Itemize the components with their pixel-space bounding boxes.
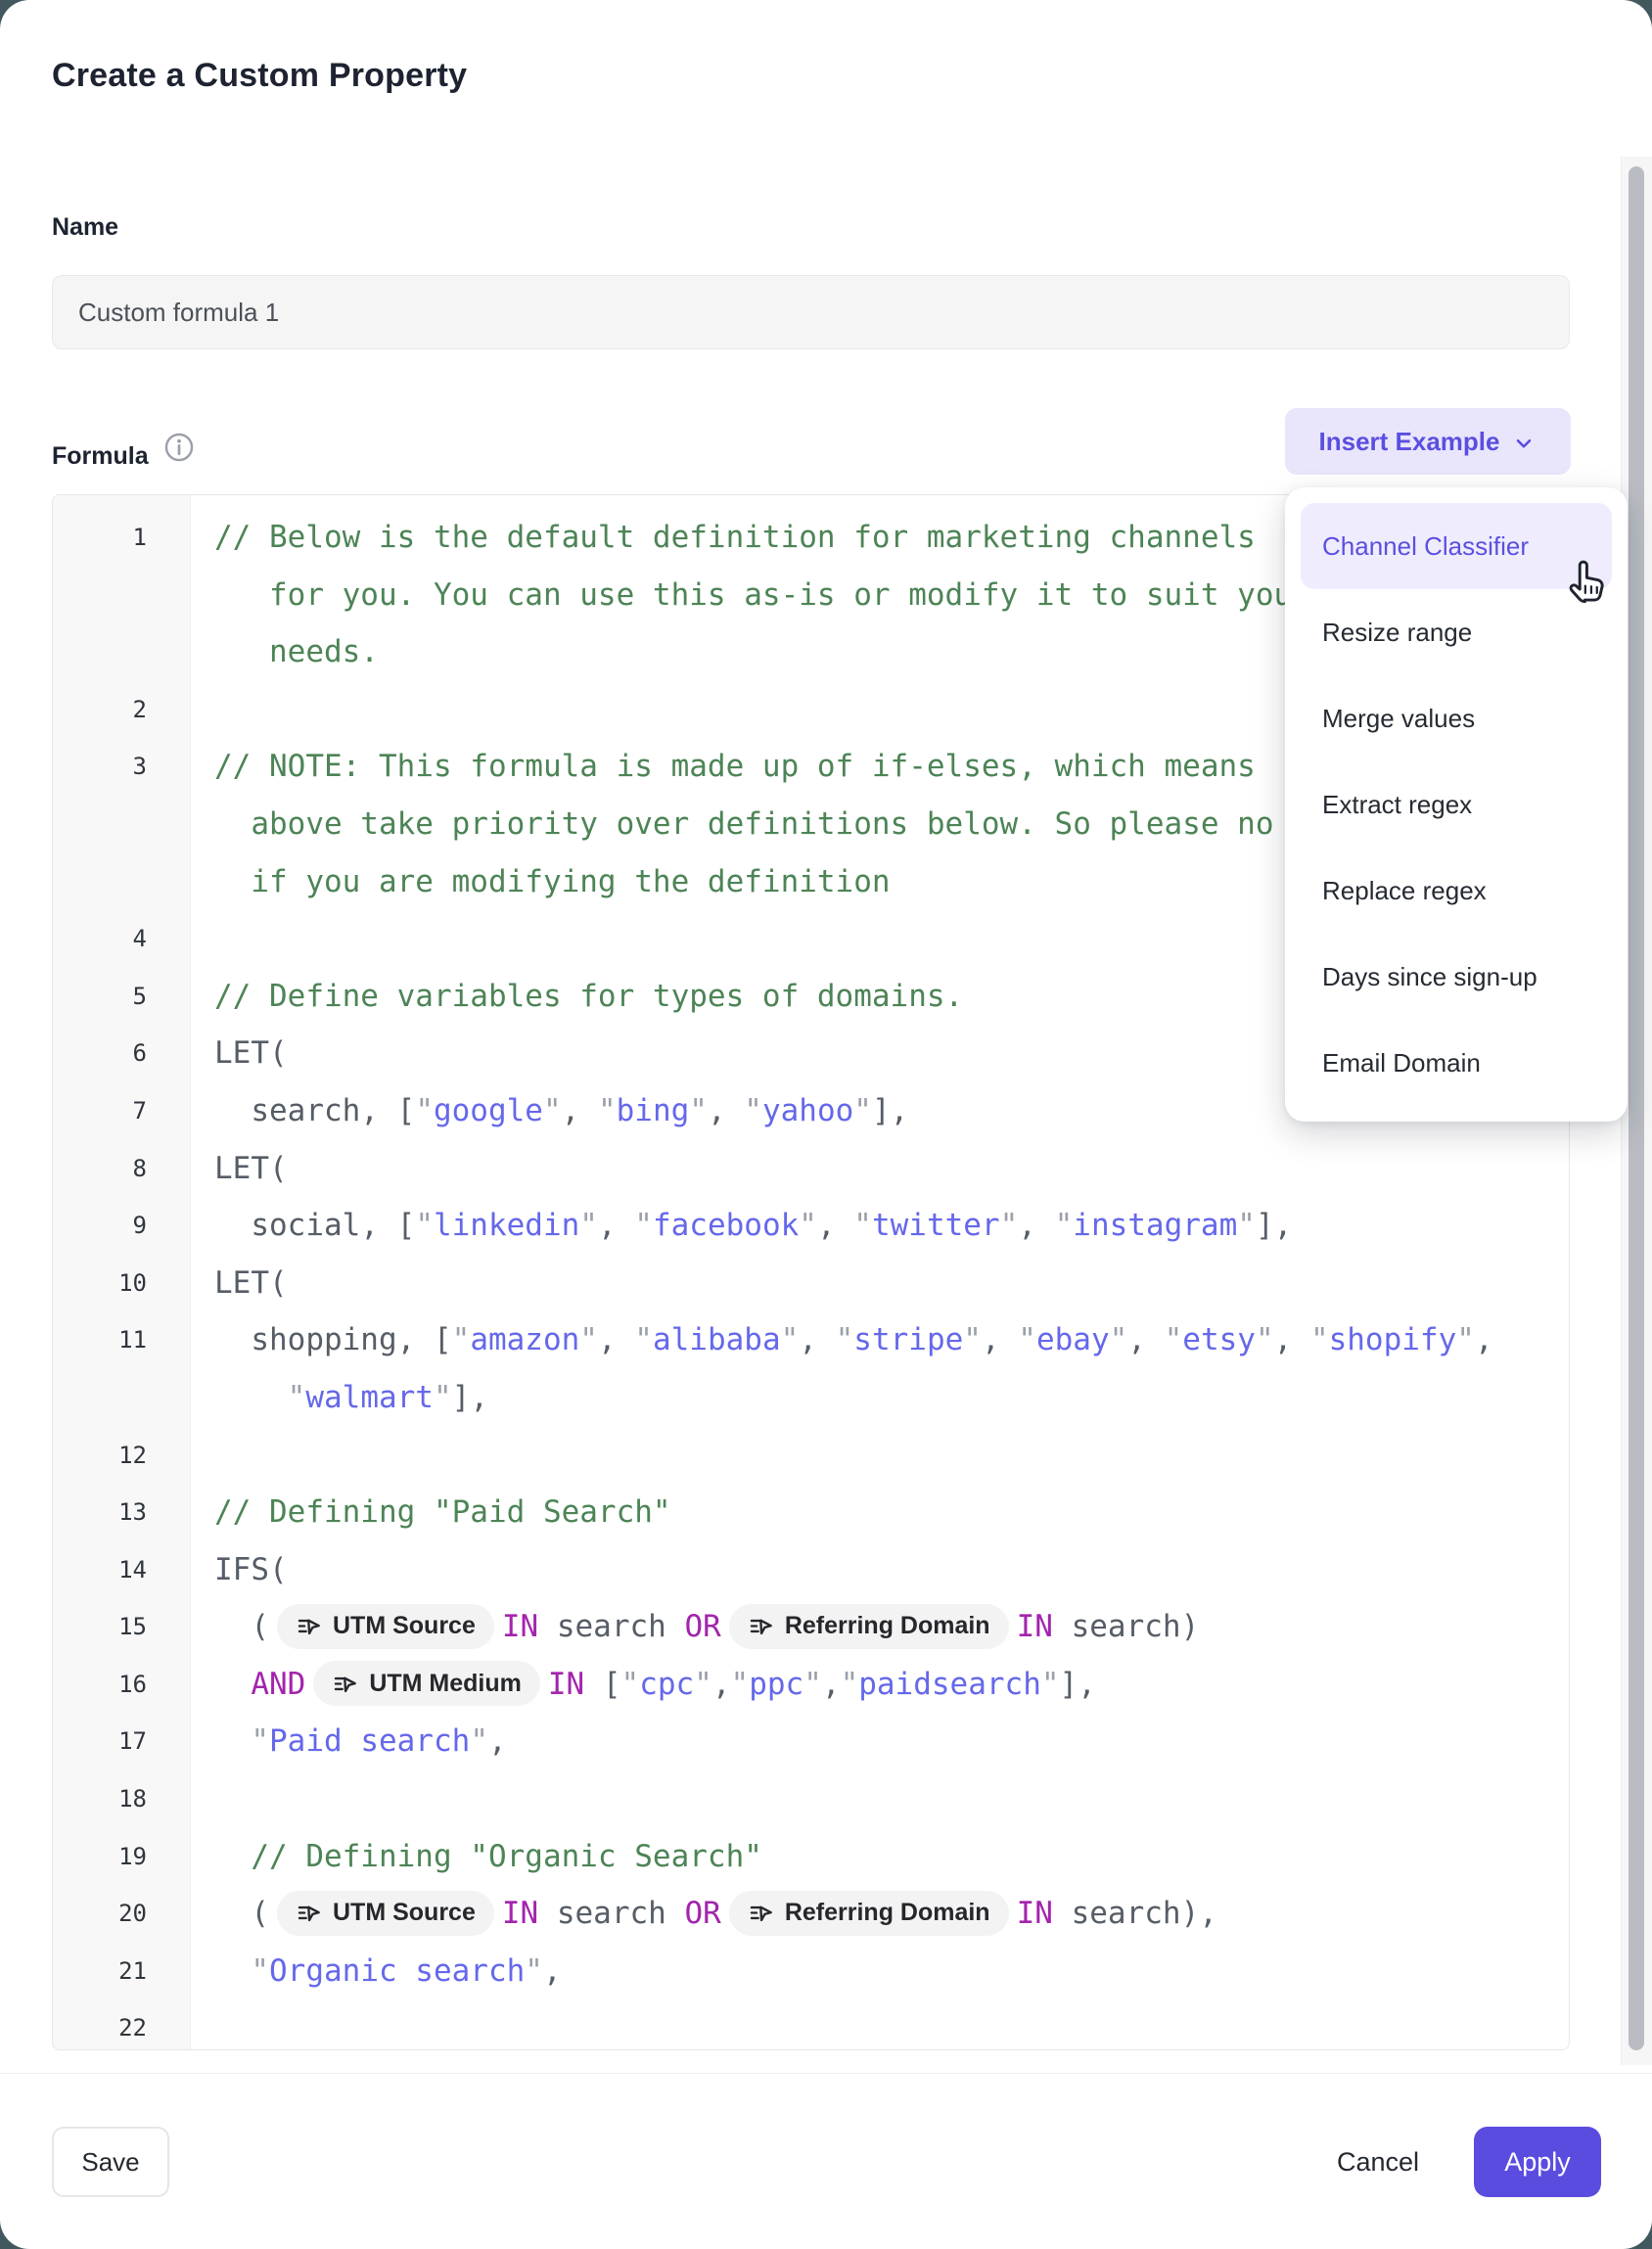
formula-header: Formula xyxy=(52,436,196,476)
code-row: social, ["linkedin", "facebook", "twitte… xyxy=(190,1197,1569,1255)
code-line: 19 // Defining "Organic Search" xyxy=(53,1828,1569,1886)
code-row: (UTM SourceIN search ORReferring DomainI… xyxy=(190,1598,1569,1656)
code-row: (UTM SourceIN search ORReferring DomainI… xyxy=(190,1885,1569,1943)
code-row: ANDUTM MediumIN ["cpc","ppc","paidsearch… xyxy=(190,1656,1569,1714)
code-row: // Defining "Paid Search" xyxy=(190,1484,1569,1541)
code-row: shopping, ["amazon", "alibaba", "stripe"… xyxy=(190,1311,1569,1369)
text-field-icon xyxy=(748,1900,774,1926)
page-title: Create a Custom Property xyxy=(52,57,467,95)
code-row: LET( xyxy=(190,1140,1569,1198)
code-row: LET( xyxy=(190,1255,1569,1312)
text-field-icon xyxy=(296,1900,322,1926)
line-number: 17 xyxy=(53,1713,190,1770)
property-chip-label: UTM Medium xyxy=(369,1655,522,1713)
line-number: 13 xyxy=(53,1484,190,1541)
code-row: "Paid search", xyxy=(190,1713,1569,1770)
line-number: 11 xyxy=(53,1311,190,1426)
line-number: 19 xyxy=(53,1828,190,1886)
menu-item-replace-regex[interactable]: Replace regex xyxy=(1301,848,1612,934)
line-number: 9 xyxy=(53,1197,190,1255)
insert-example-label: Insert Example xyxy=(1319,427,1500,457)
line-number: 15 xyxy=(53,1598,190,1656)
property-chip-label: UTM Source xyxy=(333,1597,476,1655)
code-line: 8LET( xyxy=(53,1140,1569,1198)
code-row: "Organic search", xyxy=(190,1943,1569,2000)
menu-item-days-since-sign-up[interactable]: Days since sign-up xyxy=(1301,934,1612,1020)
line-number: 3 xyxy=(53,738,190,910)
name-input[interactable] xyxy=(52,275,1570,349)
line-number: 12 xyxy=(53,1427,190,1485)
property-chip[interactable]: UTM Source xyxy=(277,1891,494,1936)
insert-example-button[interactable]: Insert Example xyxy=(1285,408,1571,475)
cancel-button[interactable]: Cancel xyxy=(1319,2127,1437,2197)
code-row xyxy=(190,1427,1569,1485)
property-chip[interactable]: UTM Source xyxy=(277,1604,494,1649)
line-number: 20 xyxy=(53,1885,190,1943)
line-number: 5 xyxy=(53,968,190,1026)
menu-item-email-domain[interactable]: Email Domain xyxy=(1301,1020,1612,1106)
code-row xyxy=(190,1770,1569,1828)
menu-item-merge-values[interactable]: Merge values xyxy=(1301,675,1612,761)
code-line: 9 social, ["linkedin", "facebook", "twit… xyxy=(53,1197,1569,1255)
code-line: 10LET( xyxy=(53,1255,1569,1312)
code-line: 22 xyxy=(53,1999,1569,2050)
property-chip-label: UTM Source xyxy=(333,1884,476,1942)
line-number: 14 xyxy=(53,1541,190,1599)
chevron-down-icon xyxy=(1511,431,1537,456)
code-line: 21 "Organic search", xyxy=(53,1943,1569,2000)
code-row: "walmart"], xyxy=(190,1369,1569,1427)
line-number: 21 xyxy=(53,1943,190,2000)
footer-divider xyxy=(0,2073,1652,2074)
line-number: 4 xyxy=(53,910,190,968)
text-field-icon xyxy=(296,1613,322,1639)
line-number: 18 xyxy=(53,1770,190,1828)
modal-scrollbar-thumb[interactable] xyxy=(1629,166,1644,2050)
code-line: 15 (UTM SourceIN search ORReferring Doma… xyxy=(53,1598,1569,1656)
code-row xyxy=(190,1999,1569,2050)
line-number: 2 xyxy=(53,681,190,739)
code-line: 14IFS( xyxy=(53,1541,1569,1599)
code-line: 13// Defining "Paid Search" xyxy=(53,1484,1569,1541)
code-line: 18 xyxy=(53,1770,1569,1828)
info-icon[interactable] xyxy=(162,431,196,464)
line-number: 10 xyxy=(53,1255,190,1312)
code-line: 16 ANDUTM MediumIN ["cpc","ppc","paidsea… xyxy=(53,1656,1569,1714)
property-chip[interactable]: Referring Domain xyxy=(729,1891,1009,1936)
hand-cursor-icon xyxy=(1562,554,1615,612)
property-chip-label: Referring Domain xyxy=(785,1597,990,1655)
code-line: 11 shopping, ["amazon", "alibaba", "stri… xyxy=(53,1311,1569,1426)
code-line: 17 "Paid search", xyxy=(53,1713,1569,1770)
code-line: 20 (UTM SourceIN search ORReferring Doma… xyxy=(53,1885,1569,1943)
save-button[interactable]: Save xyxy=(52,2127,169,2197)
property-chip[interactable]: UTM Medium xyxy=(313,1661,540,1706)
name-field-label: Name xyxy=(52,213,118,242)
code-row: IFS( xyxy=(190,1541,1569,1599)
code-row: // Defining "Organic Search" xyxy=(190,1828,1569,1886)
line-number: 1 xyxy=(53,509,190,681)
code-line: 12 xyxy=(53,1427,1569,1485)
line-number: 6 xyxy=(53,1025,190,1082)
line-number: 8 xyxy=(53,1140,190,1198)
menu-item-extract-regex[interactable]: Extract regex xyxy=(1301,761,1612,848)
formula-field-label: Formula xyxy=(52,436,149,476)
apply-button[interactable]: Apply xyxy=(1474,2127,1601,2197)
property-chip[interactable]: Referring Domain xyxy=(729,1604,1009,1649)
text-field-icon xyxy=(332,1671,358,1697)
line-number: 22 xyxy=(53,1999,190,2050)
property-chip-label: Referring Domain xyxy=(785,1884,990,1942)
line-number: 16 xyxy=(53,1656,190,1714)
create-custom-property-modal: Create a Custom Property Name Formula In… xyxy=(0,0,1652,2249)
line-number: 7 xyxy=(53,1082,190,1140)
text-field-icon xyxy=(748,1613,774,1639)
